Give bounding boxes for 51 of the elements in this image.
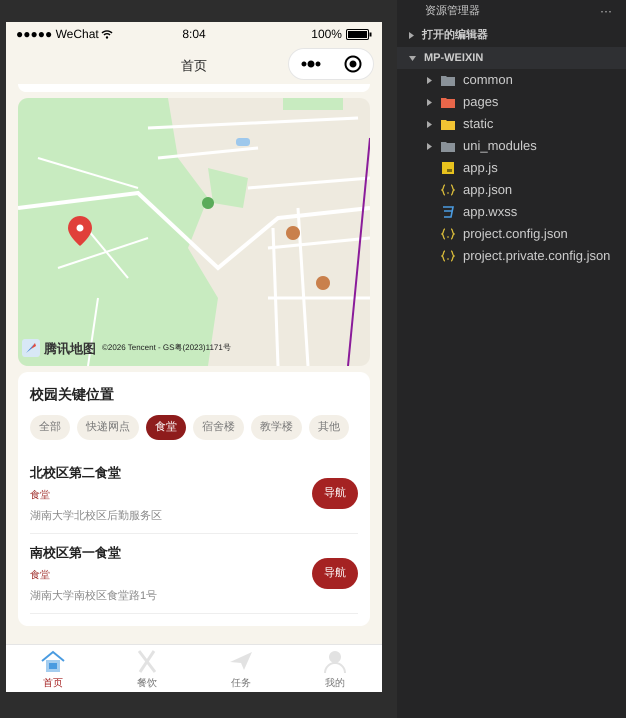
caret-down-icon: [409, 56, 416, 60]
navigate-button[interactable]: 导航: [312, 478, 358, 509]
filter-chip[interactable]: 快递网点: [77, 415, 139, 440]
map-copyright: ©2026 Tencent - GS粤(2023)1171号: [102, 342, 231, 354]
filter-chip[interactable]: 教学楼: [251, 415, 302, 440]
wifi-icon: [100, 29, 113, 39]
tab-item[interactable]: 餐饮: [100, 645, 194, 692]
filter-chip[interactable]: 宿舍楼: [193, 415, 244, 440]
filter-chip[interactable]: 其他: [309, 415, 349, 440]
tree-item[interactable]: uni_modules: [397, 135, 626, 157]
js-file-icon: [442, 162, 454, 174]
css-file-icon: [442, 206, 454, 218]
tab-item[interactable]: 首页: [6, 645, 100, 692]
section-header[interactable]: MP-WEIXIN: [397, 47, 626, 69]
map-logo-text: 腾讯地图: [44, 340, 96, 358]
battery-text: 100%: [311, 26, 342, 43]
location-name: 北校区第二食堂: [30, 464, 122, 482]
compass-logo-icon: [22, 339, 40, 358]
more-icon[interactable]: [300, 60, 322, 68]
location-address: 湖南大学南校区食堂路1号: [30, 588, 158, 604]
capsule-menu[interactable]: [288, 48, 374, 80]
tree-item[interactable]: project.config.json: [397, 223, 626, 245]
section-title: 校园关键位置: [30, 385, 115, 404]
tree-item[interactable]: app.js: [397, 157, 626, 179]
tree-item[interactable]: static: [397, 113, 626, 135]
location-name: 南校区第一食堂: [30, 544, 122, 562]
braces-icon: [441, 228, 455, 240]
person-icon: [322, 648, 348, 674]
carrier-text: ●●●●● WeChat: [16, 26, 99, 43]
navigate-button[interactable]: 导航: [312, 558, 358, 589]
tree-item[interactable]: project.private.config.json: [397, 245, 626, 267]
tree-item[interactable]: app.wxss: [397, 201, 626, 223]
tree-item[interactable]: common: [397, 69, 626, 91]
panel-title: 资源管理器: [425, 4, 480, 19]
more-button[interactable]: ···: [600, 2, 612, 20]
tree-item[interactable]: pages: [397, 91, 626, 113]
house-icon: [40, 648, 66, 674]
tab-item[interactable]: 我的: [288, 645, 382, 692]
caret-right-icon: [409, 32, 414, 38]
location-category: 食堂: [30, 488, 51, 502]
tree-item[interactable]: app.json: [397, 179, 626, 201]
braces-icon: [441, 250, 455, 262]
status-time: 8:04: [182, 26, 206, 43]
location-category: 食堂: [30, 568, 51, 582]
braces-icon: [441, 184, 455, 196]
filter-chip[interactable]: 全部: [30, 415, 70, 440]
page-title: 首页: [181, 57, 207, 76]
location-address: 湖南大学北校区后勤服务区: [30, 508, 162, 524]
battery-icon: [346, 28, 372, 40]
filter-chip[interactable]: 食堂: [146, 415, 186, 440]
tab-item[interactable]: 任务: [194, 645, 288, 692]
